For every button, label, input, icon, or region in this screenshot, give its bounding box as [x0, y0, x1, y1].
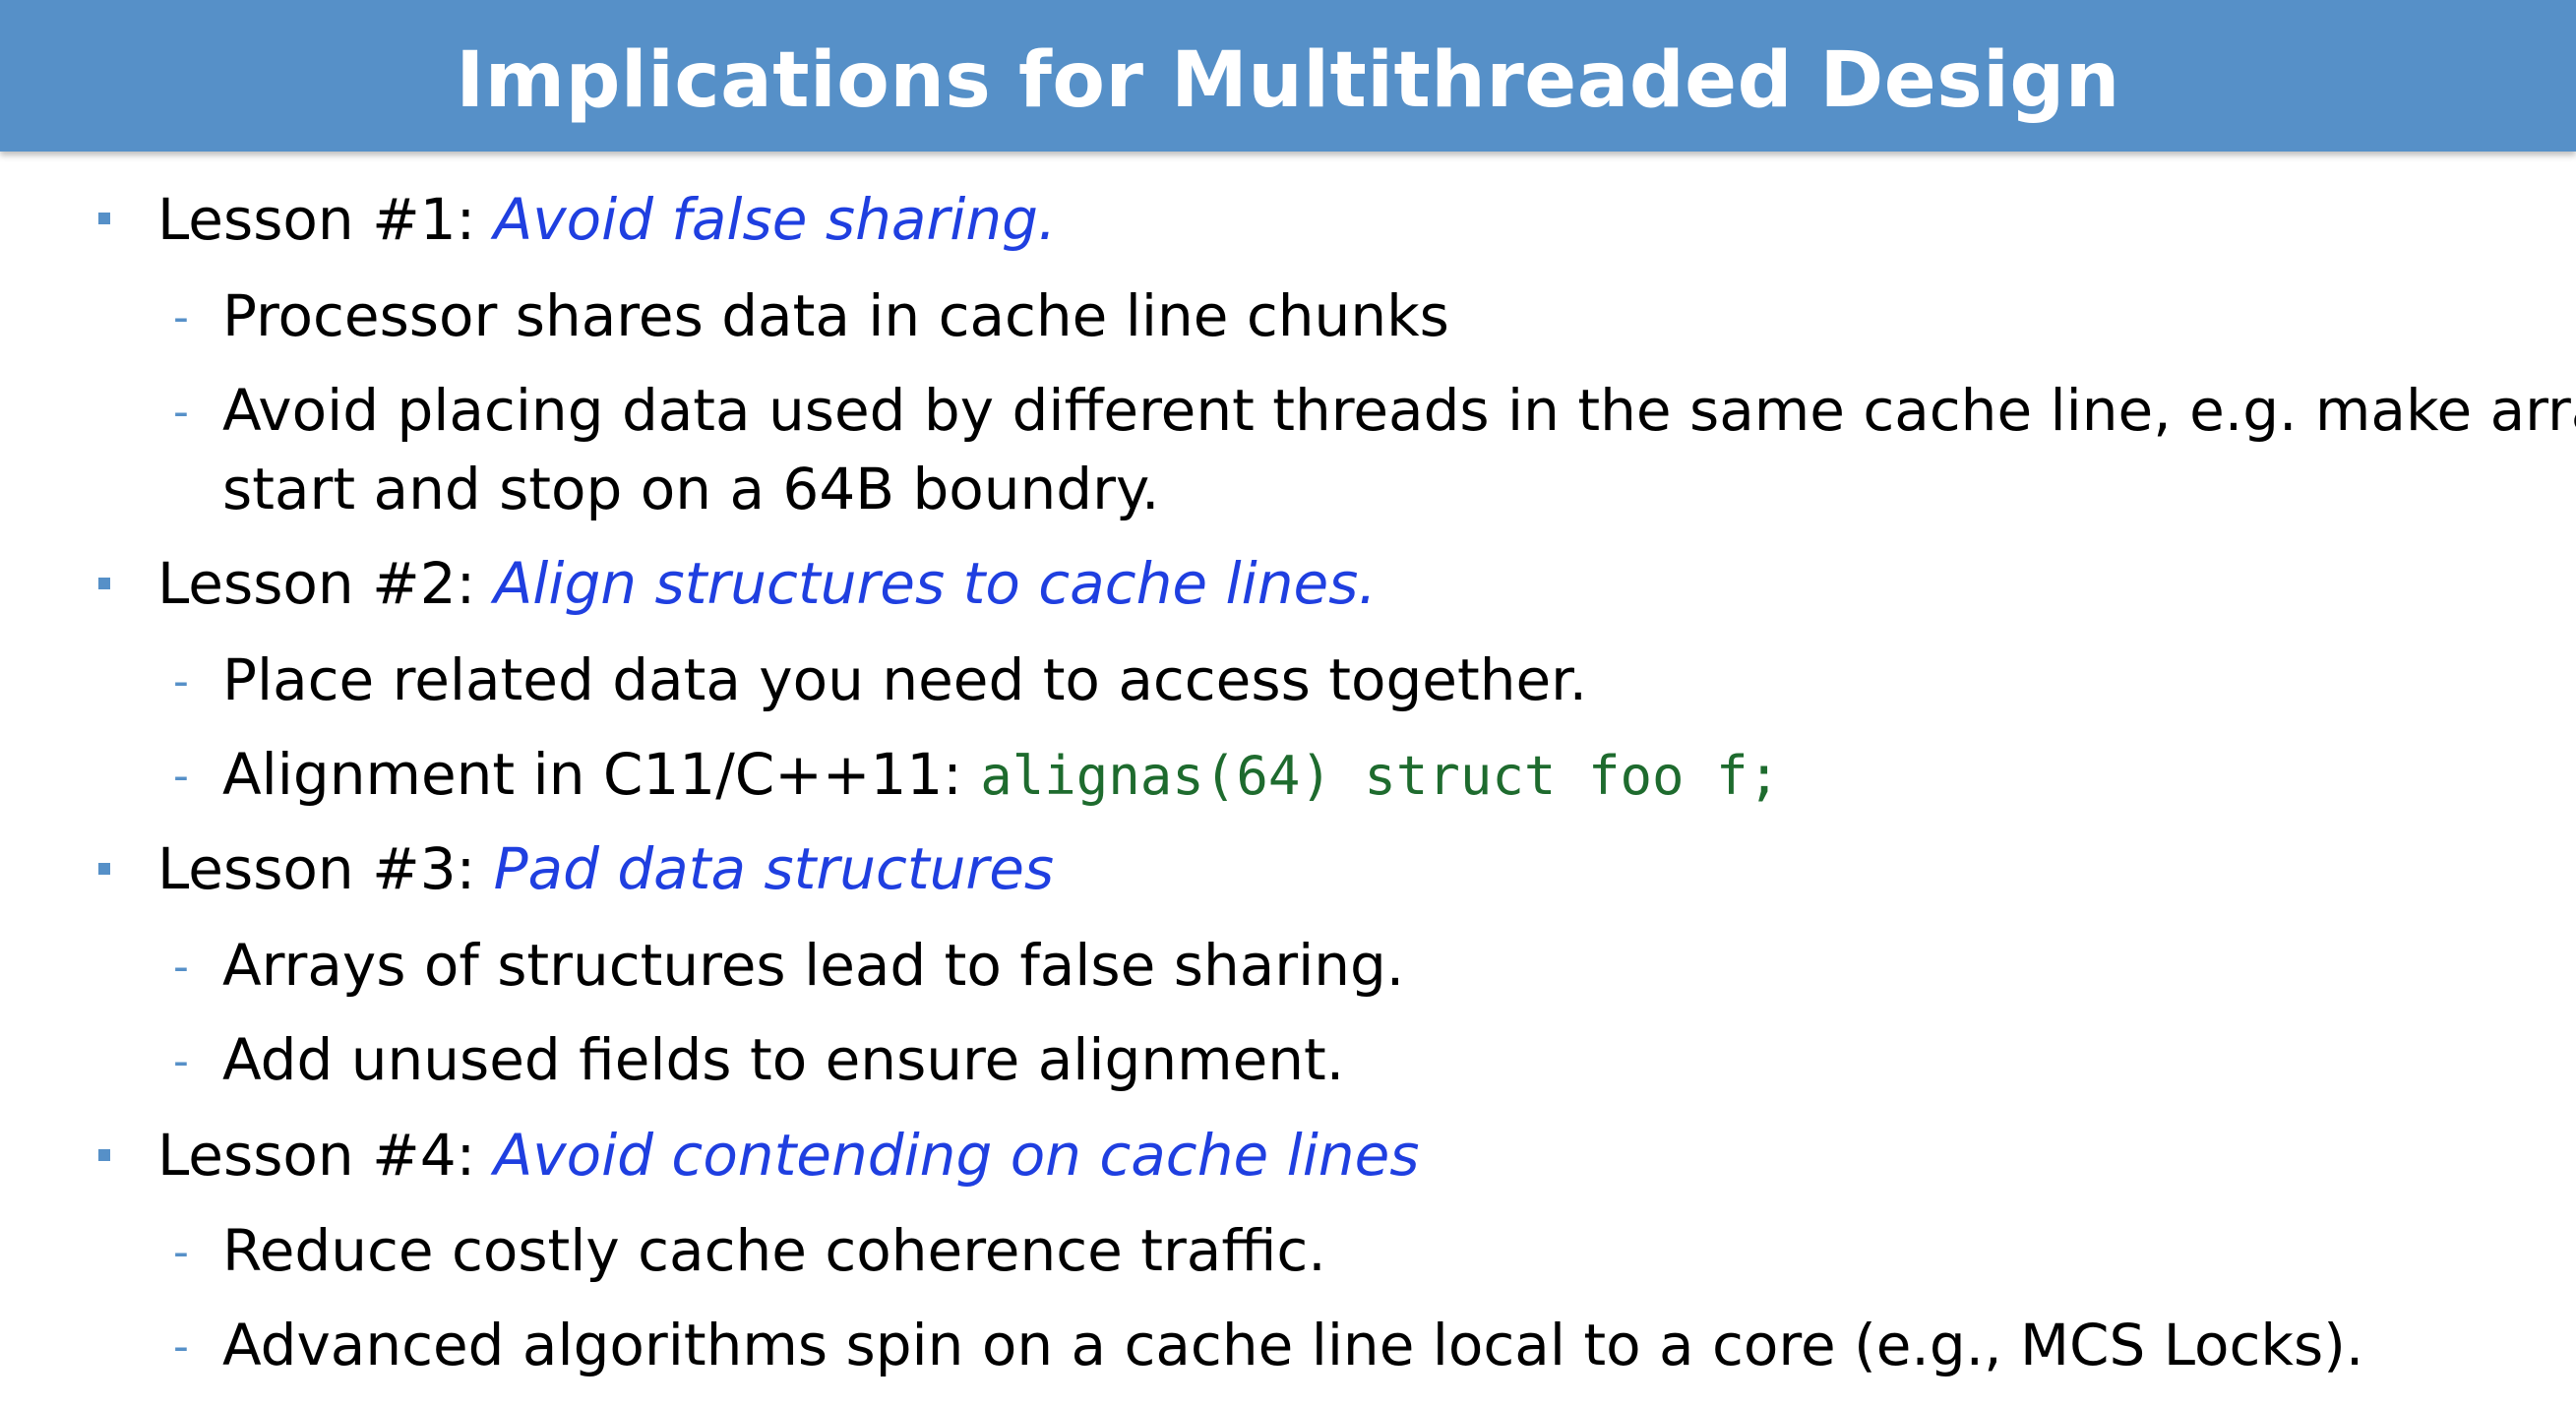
dash-icon: -: [173, 1321, 189, 1372]
lesson-3: Lesson #3: Pad data structures: [157, 834, 1054, 903]
lesson-1-point-1: Processor shares data in cache line chun…: [222, 282, 1449, 349]
lesson-3-point-2: Add unused fields to ensure alignment.: [222, 1026, 1345, 1093]
dash-icon: -: [173, 387, 189, 437]
lesson-2: Lesson #2: Align structures to cache lin…: [157, 549, 1377, 618]
bullet-square-icon: [98, 1149, 110, 1161]
bullet-square-icon: [98, 863, 110, 875]
dash-icon: -: [173, 751, 189, 801]
dash-icon: -: [173, 942, 189, 992]
dash-icon: -: [173, 656, 189, 706]
lesson-4-label: Lesson #4:: [157, 1122, 494, 1189]
lesson-4-point-2: Advanced algorithms spin on a cache line…: [222, 1312, 2364, 1378]
dash-icon: -: [173, 1227, 189, 1277]
lesson-4: Lesson #4: Avoid contending on cache lin…: [157, 1121, 1419, 1190]
dash-icon: -: [173, 292, 189, 342]
lesson-2-point-2-text: Alignment in C11/C++11:: [222, 741, 981, 808]
slide-content: Lesson #1: Avoid false sharing. - Proces…: [0, 0, 2576, 1407]
lesson-2-label: Lesson #2:: [157, 550, 494, 617]
lesson-1-point-2: Avoid placing data used by different thr…: [222, 377, 2576, 444]
lesson-4-point-1: Reduce costly cache coherence traffic.: [222, 1217, 1326, 1284]
lesson-1-emphasis: Avoid false sharing.: [493, 186, 1057, 253]
lesson-1: Lesson #1: Avoid false sharing.: [157, 185, 1056, 254]
lesson-4-emphasis: Avoid contending on cache lines: [493, 1122, 1420, 1189]
lesson-3-point-1: Arrays of structures lead to false shari…: [222, 932, 1405, 999]
bullet-square-icon: [98, 213, 110, 224]
dash-icon: -: [173, 1036, 189, 1086]
bullet-square-icon: [98, 578, 110, 589]
lesson-2-emphasis: Align structures to cache lines.: [493, 550, 1377, 617]
lesson-3-emphasis: Pad data structures: [493, 835, 1055, 902]
lesson-1-label: Lesson #1:: [157, 186, 494, 253]
lesson-3-label: Lesson #3:: [157, 835, 494, 902]
lesson-1-point-2-cont: start and stop on a 64B boundry.: [222, 456, 1160, 522]
code-snippet: alignas(64) struct foo f;: [980, 745, 1781, 807]
lesson-2-point-2: Alignment in C11/C++11: alignas(64) stru…: [222, 740, 1780, 811]
lesson-2-point-1: Place related data you need to access to…: [222, 646, 1588, 713]
